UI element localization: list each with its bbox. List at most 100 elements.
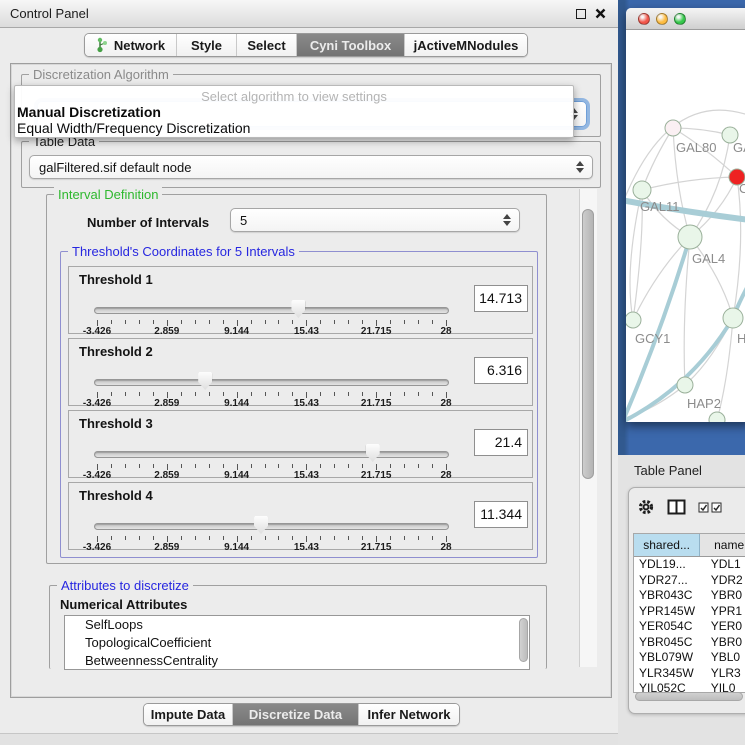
network-node-label: GAL11 xyxy=(640,199,680,214)
network-node-hap2[interactable] xyxy=(677,377,693,393)
table-data-combo[interactable]: galFiltered.sif default node xyxy=(29,155,593,179)
slider-tick-label: 21.715 xyxy=(354,470,398,481)
menu-item-equal-width-frequency[interactable]: Equal Width/Frequency Discretization xyxy=(15,120,573,136)
slider-tick-mark xyxy=(223,464,224,468)
slider-tick-mark xyxy=(209,464,210,468)
table-column-header[interactable]: shared... xyxy=(634,534,700,556)
table-header-row: shared...name xyxy=(634,534,745,557)
threshold-slider-track[interactable] xyxy=(94,523,449,530)
tab-jactivemnodules[interactable]: jActiveMNodules xyxy=(405,34,527,56)
float-window-icon[interactable] xyxy=(576,9,586,19)
network-node-gal4[interactable] xyxy=(678,225,702,249)
zoom-traffic-light-icon[interactable] xyxy=(674,13,686,25)
slider-tick-label: -3.426 xyxy=(75,398,119,409)
network-node[interactable] xyxy=(709,412,725,422)
tab-select[interactable]: Select xyxy=(237,34,297,56)
threshold-slider-thumb[interactable] xyxy=(254,516,268,534)
table-row[interactable]: YBR043CYBR0 xyxy=(634,588,745,604)
tab-style[interactable]: Style xyxy=(177,34,237,56)
desktop-background: GAL80GACGAL11GAL4GCY1HHAP2 xyxy=(618,0,745,455)
tab-cyni-toolbox[interactable]: Cyni Toolbox xyxy=(297,34,405,56)
threshold-slider-track[interactable] xyxy=(94,451,449,458)
slider-tick-mark xyxy=(125,392,126,396)
table-row[interactable]: YPR145WYPR1 xyxy=(634,604,745,620)
slider-tick-mark xyxy=(195,320,196,324)
slider-tick-mark xyxy=(195,392,196,396)
threshold-slider-track[interactable] xyxy=(94,307,449,314)
slider-tick-label: 2.859 xyxy=(145,542,189,553)
minimize-traffic-light-icon[interactable] xyxy=(656,13,668,25)
network-graph-canvas[interactable]: GAL80GACGAL11GAL4GCY1HHAP2 xyxy=(626,30,745,422)
attributes-scrollbar-thumb[interactable] xyxy=(519,618,528,662)
slider-tick-label: 28 xyxy=(424,398,468,409)
table-cell: YLR345W xyxy=(634,666,705,682)
tab-network[interactable]: Network xyxy=(85,34,177,56)
number-of-intervals-combo[interactable]: 5 xyxy=(230,208,520,232)
table-column-header[interactable]: name xyxy=(700,534,745,556)
network-view-window[interactable]: GAL80GACGAL11GAL4GCY1HHAP2 xyxy=(626,8,745,422)
threshold-value-field[interactable]: 11.344 xyxy=(474,501,528,528)
slider-tick-mark xyxy=(348,464,349,468)
table-row[interactable]: YBR045CYBR0 xyxy=(634,635,745,651)
bottom-tab-label: Infer Network xyxy=(367,707,450,722)
screen: Control Panel NetworkStyleSelectCyni Too… xyxy=(0,0,745,745)
numerical-attributes-list[interactable]: SelfLoopsTopologicalCoefficientBetweenne… xyxy=(64,615,530,670)
slider-tick-label: 21.715 xyxy=(354,326,398,337)
column-layout-icon[interactable] xyxy=(667,499,686,515)
table-row[interactable]: YLR345WYLR3 xyxy=(634,666,745,682)
threshold-slider-thumb[interactable] xyxy=(198,372,212,390)
slider-tick-mark xyxy=(153,392,154,396)
threshold-label: Threshold 3 xyxy=(79,416,153,431)
numerical-attributes-label: Numerical Attributes xyxy=(60,597,187,612)
network-node-gal80[interactable] xyxy=(665,120,681,136)
network-edge xyxy=(642,128,673,190)
network-node-h[interactable] xyxy=(723,308,743,328)
slider-tick-mark xyxy=(418,320,419,324)
slider-tick-mark xyxy=(153,320,154,324)
network-node-gcy1[interactable] xyxy=(626,312,641,328)
checkbox-checked-icon[interactable] xyxy=(698,502,709,513)
threshold-value-field[interactable]: 6.316 xyxy=(474,357,528,384)
network-window-titlebar[interactable] xyxy=(626,8,745,30)
table-cell: YLR3 xyxy=(705,666,745,682)
content-scrollbar-thumb[interactable] xyxy=(582,209,594,479)
threshold-slider-track[interactable] xyxy=(94,379,449,386)
table-row[interactable]: YER054CYER0 xyxy=(634,619,745,635)
table-row[interactable]: YDR27...YDR2 xyxy=(634,573,745,589)
right-area: GAL80GACGAL11GAL4GCY1HHAP2 Table Panel xyxy=(618,0,745,745)
table-row[interactable]: YDL19...YDL1 xyxy=(634,557,745,573)
tab-label: Style xyxy=(191,38,222,53)
close-icon[interactable] xyxy=(595,8,606,19)
table-panel: shared...name YDL19...YDL1YDR27...YDR2YB… xyxy=(628,487,745,714)
slider-tick-mark xyxy=(334,464,335,468)
slider-tick-mark xyxy=(265,320,266,324)
combo-arrows-icon xyxy=(572,161,588,173)
threshold-slider-thumb[interactable] xyxy=(366,444,380,462)
attribute-list-item[interactable]: SelfLoops xyxy=(65,616,529,634)
slider-tick-mark xyxy=(251,392,252,396)
checkbox-checked-icon[interactable] xyxy=(711,502,722,513)
slider-tick-mark xyxy=(209,320,210,324)
gear-icon[interactable] xyxy=(637,498,655,516)
close-traffic-light-icon[interactable] xyxy=(638,13,650,25)
slider-tick-mark xyxy=(195,536,196,540)
bottom-tab-impute-data[interactable]: Impute Data xyxy=(144,704,233,725)
menu-item-manual-discretization[interactable]: Manual Discretization xyxy=(15,104,573,120)
algorithm-hint: Select algorithm to view settings xyxy=(15,86,573,104)
slider-tick-mark xyxy=(320,392,321,396)
table-cell: YER054C xyxy=(634,619,705,635)
table-cell: YBR0 xyxy=(705,588,745,604)
table-hscrollbar-thumb[interactable] xyxy=(635,692,743,701)
slider-tick-mark xyxy=(223,320,224,324)
table-row[interactable]: YBL079WYBL0 xyxy=(634,650,745,666)
network-node-gal11[interactable] xyxy=(633,181,651,199)
threshold-slider-thumb[interactable] xyxy=(291,300,305,318)
threshold-value-field[interactable]: 14.713 xyxy=(474,285,528,312)
network-edge xyxy=(633,237,690,320)
attribute-list-item[interactable]: BetweennessCentrality xyxy=(65,652,529,670)
attribute-list-item[interactable]: TopologicalCoefficient xyxy=(65,634,529,652)
bottom-tab-infer-network[interactable]: Infer Network xyxy=(359,704,459,725)
bottom-tab-discretize-data[interactable]: Discretize Data xyxy=(233,704,359,725)
threshold-value-field[interactable]: 21.4 xyxy=(474,429,528,456)
slider-tick-mark xyxy=(111,464,112,468)
